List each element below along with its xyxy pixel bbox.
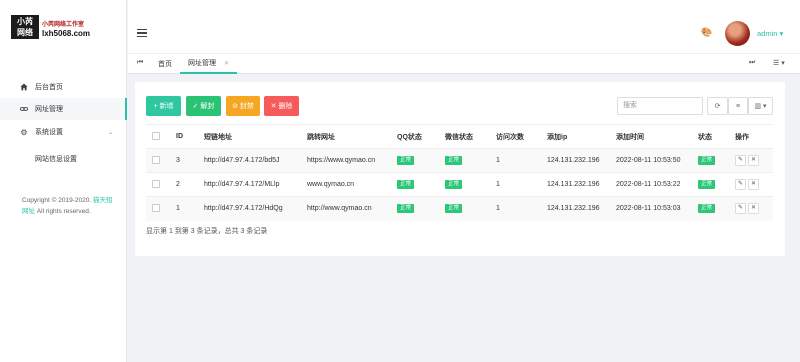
sidebar-item-settings[interactable]: ⚙ 系统设置 ⌄ <box>0 121 127 143</box>
logo-site: lxh5068.com <box>42 29 91 38</box>
logo-title: 小芮网络工作室 <box>42 22 85 28</box>
cell-time: 2022-08-11 10:53:50 <box>610 148 692 173</box>
cell-short-url: http://d47.97.4.172/bd5J <box>198 148 301 173</box>
cell-time: 2022-08-11 10:53:22 <box>610 172 692 197</box>
edit-icon[interactable]: ✎ <box>735 203 746 215</box>
status-badge: 正常 <box>698 156 716 165</box>
table-row[interactable]: 1 http://d47.97.4.172/HdQg http://www.qy… <box>146 196 773 221</box>
chevron-down-icon: ⌄ <box>107 129 113 136</box>
user-menu[interactable]: admin ▾ <box>757 29 783 38</box>
logo-mark-line2: 网络 <box>17 28 33 37</box>
cell-id: 2 <box>170 172 198 197</box>
col-actions: 操作 <box>729 124 773 149</box>
col-qq-status[interactable]: QQ状态 <box>391 124 439 149</box>
home-icon <box>20 83 28 91</box>
sidebar-item-label: 后台首页 <box>35 84 63 91</box>
wechat-status-badge: 正常 <box>445 180 463 189</box>
select-all-checkbox[interactable] <box>152 131 160 140</box>
col-ip[interactable]: 添加ip <box>541 124 610 149</box>
cell-visits: 1 <box>490 172 541 197</box>
tab-close-icon[interactable]: ✕ <box>224 60 229 67</box>
refresh-icon[interactable]: ⟳ <box>707 97 728 115</box>
edit-icon[interactable]: ✎ <box>735 179 746 190</box>
copyright-suffix: All rights reserved. <box>35 208 91 215</box>
col-short-url[interactable]: 短链地址 <box>198 124 301 149</box>
caret-down-icon: ▾ <box>779 29 784 38</box>
cell-target-url: www.qymao.cn <box>301 172 391 197</box>
tab-home[interactable]: 首页 <box>150 54 180 74</box>
row-checkbox[interactable] <box>152 155 160 164</box>
user-name: admin <box>757 29 778 38</box>
sidebar-subitem-site-info[interactable]: 网站信息设置 <box>0 148 127 170</box>
col-target-url[interactable]: 跳转网址 <box>301 124 391 149</box>
col-time[interactable]: 添加时间 <box>610 124 692 149</box>
delete-button[interactable]: ✕ 删除 <box>264 96 299 116</box>
pagination-summary: 显示第 1 到第 3 条记录，总共 3 条记录 <box>146 228 268 235</box>
wechat-status-badge: 正常 <box>445 204 463 214</box>
cell-visits: 1 <box>490 148 541 173</box>
columns-icon[interactable]: ▥ ▾ <box>748 97 773 115</box>
ban-button[interactable]: ⊘ 封禁 <box>226 96 260 116</box>
sidebar-item-label: 网址管理 <box>35 106 63 113</box>
col-visits[interactable]: 访问次数 <box>490 124 541 149</box>
content-panel: + 新增 ✓ 解封 ⊘ 封禁 ✕ 删除 搜索 ⟳ ≡ ▥ ▾ ID 短链地址 跳… <box>135 82 785 256</box>
logo-mark[interactable]: 小芮 网络 <box>11 15 39 39</box>
tab-bar: ⏮ 首页 网址管理 ✕ ⏭ ☰ ▾ <box>128 54 800 74</box>
table-header-row: ID 短链地址 跳转网址 QQ状态 微信状态 访问次数 添加ip 添加时间 状态… <box>146 124 773 149</box>
add-button[interactable]: + 新增 <box>146 96 181 116</box>
cell-id: 3 <box>170 148 198 173</box>
row-checkbox[interactable] <box>152 179 160 188</box>
cell-ip: 124.131.232.196 <box>541 172 610 197</box>
tab-scroll-left-icon[interactable]: ⏮ <box>137 59 143 67</box>
cell-time: 2022-08-11 10:53:03 <box>610 196 692 221</box>
link-icon <box>20 105 28 113</box>
tab-options-icon[interactable]: ☰ ▾ <box>773 59 785 67</box>
avatar[interactable] <box>725 21 750 46</box>
cell-visits: 1 <box>490 196 541 221</box>
sidebar-item-url-manage[interactable]: 网址管理 <box>0 98 127 120</box>
tab-scroll-right-icon[interactable]: ⏭ <box>749 59 755 67</box>
qq-status-badge: 正常 <box>397 204 415 214</box>
cell-target-url: http://www.qymao.cn <box>301 196 391 221</box>
search-input[interactable]: 搜索 <box>617 97 703 115</box>
status-badge: 正常 <box>698 180 716 189</box>
row-checkbox[interactable] <box>152 203 160 212</box>
copyright: Copyright © 2019-2020. 猫天短网址 All rights … <box>22 195 118 217</box>
cell-target-url: https://www.qymao.cn <box>301 148 391 173</box>
copyright-prefix: Copyright © 2019-2020. <box>22 197 92 204</box>
status-badge: 正常 <box>698 204 716 214</box>
edit-icon[interactable]: ✎ <box>735 155 746 166</box>
url-table: ID 短链地址 跳转网址 QQ状态 微信状态 访问次数 添加ip 添加时间 状态… <box>146 124 773 221</box>
tab-label: 首页 <box>158 61 172 68</box>
tab-label: 网址管理 <box>188 60 216 67</box>
col-wechat-status[interactable]: 微信状态 <box>439 124 490 149</box>
gear-icon: ⚙ <box>20 127 28 137</box>
cell-short-url: http://d47.97.4.172/MLlp <box>198 172 301 197</box>
qq-status-badge: 正常 <box>397 180 415 189</box>
cell-short-url: http://d47.97.4.172/HdQg <box>198 196 301 221</box>
col-id[interactable]: ID <box>170 124 198 149</box>
toggle-view-icon[interactable]: ≡ <box>728 97 748 115</box>
sidebar: 小芮 网络 小芮网络工作室 lxh5068.com 后台首页 网址管理 ⚙ 系统… <box>0 0 127 362</box>
tab-url-manage[interactable]: 网址管理 ✕ <box>180 54 238 74</box>
table-row[interactable]: 2 http://d47.97.4.172/MLlp www.qymao.cn … <box>146 172 773 197</box>
top-bar: 🎨 admin ▾ <box>128 0 800 54</box>
cell-ip: 124.131.232.196 <box>541 196 610 221</box>
wechat-status-badge: 正常 <box>445 156 463 165</box>
cell-ip: 124.131.232.196 <box>541 148 610 173</box>
qq-status-badge: 正常 <box>397 156 415 165</box>
delete-icon[interactable]: ✕ <box>748 203 759 215</box>
table-row[interactable]: 3 http://d47.97.4.172/bd5J https://www.q… <box>146 148 773 173</box>
logo-mark-line1: 小芮 <box>17 17 33 26</box>
delete-icon[interactable]: ✕ <box>748 155 759 166</box>
col-status[interactable]: 状态 <box>692 124 729 149</box>
sidebar-item-label: 系统设置 <box>35 129 63 136</box>
delete-icon[interactable]: ✕ <box>748 179 759 190</box>
palette-icon[interactable]: 🎨 <box>701 27 712 38</box>
unban-button[interactable]: ✓ 解封 <box>186 96 221 116</box>
cell-id: 1 <box>170 196 198 221</box>
sidebar-subitem-label: 网站信息设置 <box>35 156 77 163</box>
menu-toggle-icon[interactable] <box>137 29 147 38</box>
sidebar-item-home[interactable]: 后台首页 <box>0 76 127 98</box>
